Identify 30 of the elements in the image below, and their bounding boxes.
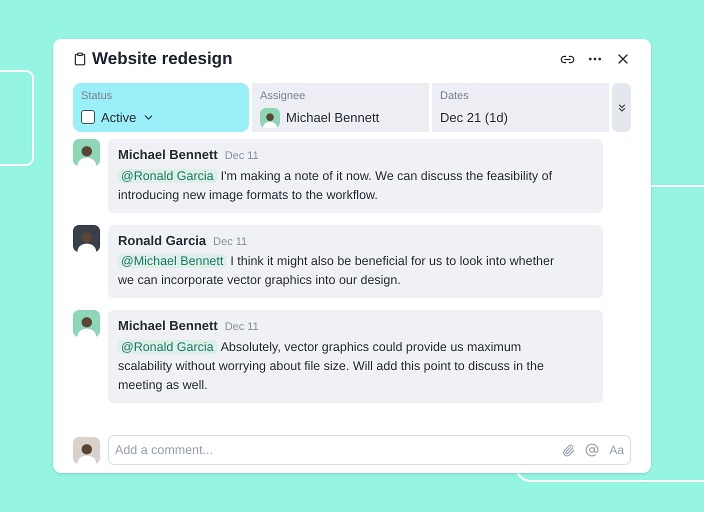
comment-text: @Michael Bennett I think it might also be beneficial for us to look into whether we can incorporate vector graphics into our design.: [118, 253, 556, 289]
comment-input[interactable]: Add a comment... Aa: [108, 435, 631, 465]
clipboard-icon: [73, 52, 87, 66]
comment-date: Dec 11: [224, 149, 259, 164]
format-text-button[interactable]: Aa: [609, 441, 624, 459]
field-label: Assignee: [260, 89, 306, 104]
attachment-icon[interactable]: [562, 444, 576, 456]
mention-link[interactable]: @Ronald Garcia: [118, 340, 217, 354]
mention-link[interactable]: @Michael Bennett: [118, 254, 226, 268]
field-label: Dates: [440, 89, 470, 104]
property-field[interactable]: Assignee Michael Bennett: [252, 83, 429, 132]
field-value: Active: [101, 108, 136, 126]
comment-author: Michael Bennett: [118, 146, 218, 164]
comment-text: @Ronald Garcia I'm making a note of it now. We can discuss the feasibility of introducing new image formats to the workflow.: [118, 168, 554, 204]
comment-text: @Ronald Garcia Absolutely, vector graphics could provide us maximum scalability without worrying about file size. Will add this point to discuss in the meeting as well.: [118, 338, 545, 394]
comment-author: Michael Bennett: [118, 317, 218, 335]
field-value: Michael Bennett: [286, 108, 380, 127]
task-title: Website redesign: [92, 48, 232, 70]
mention-link[interactable]: @Ronald Garcia: [118, 168, 217, 182]
status-checkbox[interactable]: [81, 110, 95, 124]
avatar: [260, 108, 280, 128]
avatar: [73, 436, 100, 464]
field-label: Status: [81, 89, 114, 104]
mention-icon[interactable]: [585, 443, 600, 457]
comment-author: Ronald Garcia: [118, 232, 206, 250]
field-value: Dec 21 (1d): [440, 108, 508, 127]
comment-date: Dec 11: [224, 320, 259, 335]
property-field[interactable]: Dates Dec 21 (1d): [432, 83, 609, 132]
comment-date: Dec 11: [213, 234, 248, 250]
property-field[interactable]: Status Active: [73, 83, 249, 132]
